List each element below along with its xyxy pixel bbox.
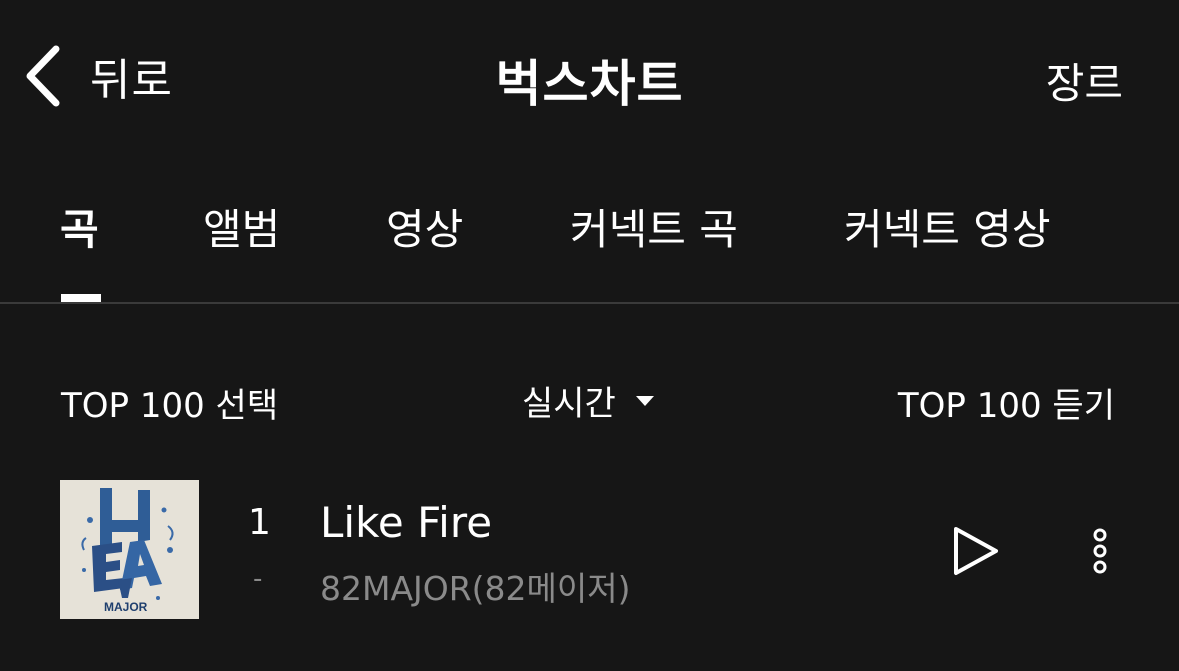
song-title[interactable]: Like Fire bbox=[320, 498, 492, 547]
track-rank: 1 bbox=[248, 502, 271, 543]
rank-change: - bbox=[253, 564, 263, 594]
tab-bar: 곡 앨범 영상 커넥트 곡 커넥트 영상 bbox=[0, 150, 1179, 304]
tab-videos[interactable]: 영상 bbox=[386, 196, 463, 257]
play-icon bbox=[950, 527, 1002, 582]
tab-songs[interactable]: 곡 bbox=[60, 196, 99, 257]
page-title: 벅스차트 bbox=[495, 55, 684, 113]
caret-down-icon bbox=[635, 395, 654, 406]
tab-connect-videos[interactable]: 커넥트 영상 bbox=[844, 196, 1051, 257]
active-tab-indicator bbox=[61, 294, 101, 302]
header-bar: 뒤로 벅스차트 장르 bbox=[0, 0, 1179, 150]
play-button[interactable] bbox=[950, 524, 1002, 582]
more-button[interactable] bbox=[1088, 527, 1112, 579]
track-row[interactable]: MAJOR 1 - Like Fire 82MAJOR(82메이저) bbox=[0, 480, 1179, 620]
period-label: 실시간 bbox=[522, 384, 616, 424]
more-vertical-icon bbox=[1088, 528, 1112, 579]
top100-select-button[interactable]: TOP 100 선택 bbox=[61, 378, 278, 427]
artist-name[interactable]: 82MAJOR(82메이저) bbox=[320, 562, 631, 610]
chart-toolbar: TOP 100 선택 실시간 TOP 100 듣기 bbox=[0, 370, 1179, 430]
period-dropdown[interactable]: 실시간 bbox=[522, 376, 654, 425]
album-art-logo: MAJOR bbox=[104, 600, 148, 614]
tab-connect-songs[interactable]: 커넥트 곡 bbox=[570, 196, 738, 257]
genre-button[interactable]: 장르 bbox=[1046, 50, 1123, 111]
tab-albums[interactable]: 앨범 bbox=[203, 196, 280, 257]
album-art[interactable]: MAJOR bbox=[60, 480, 199, 619]
top100-listen-button[interactable]: TOP 100 듣기 bbox=[898, 378, 1115, 427]
